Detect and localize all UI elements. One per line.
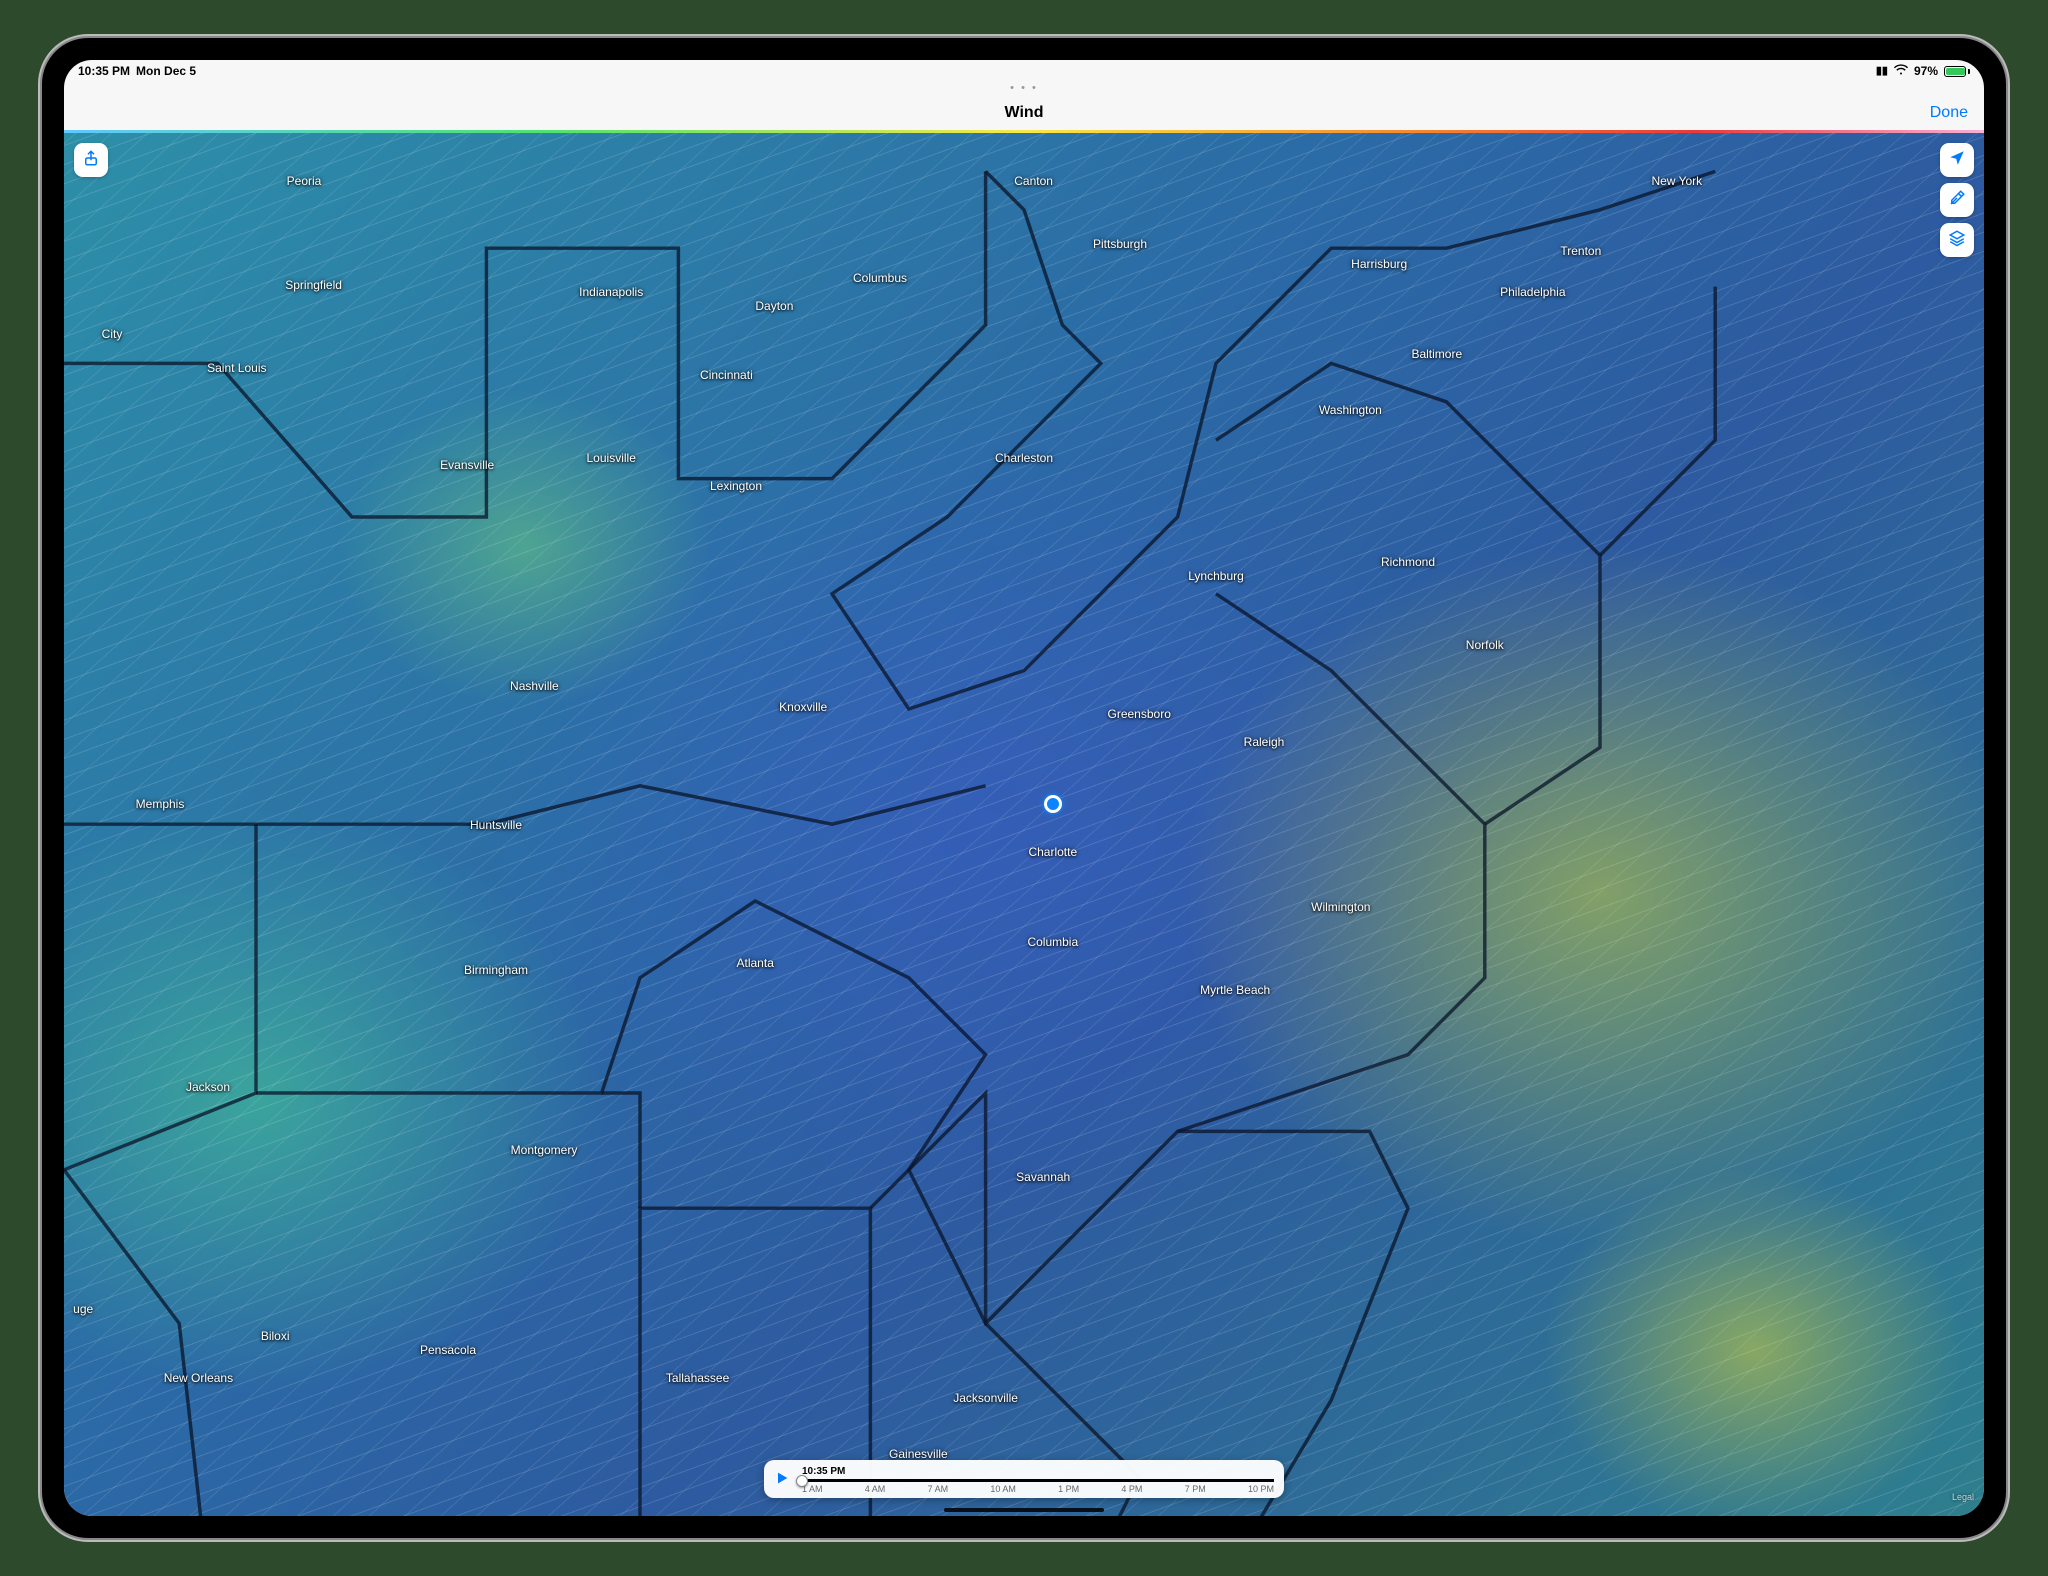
city-label: Peoria: [287, 174, 322, 188]
city-label: Harrisburg: [1351, 257, 1407, 271]
status-time: 10:35 PM: [78, 64, 130, 78]
timeline-tick: 7 AM: [928, 1484, 949, 1494]
wifi-icon: [1894, 64, 1908, 78]
city-label: Memphis: [136, 797, 185, 811]
cellular-icon: ▮▮: [1876, 66, 1888, 77]
locate-button[interactable]: [1940, 143, 1974, 177]
city-label: Gainesville: [889, 1447, 948, 1461]
city-label: Charlotte: [1028, 845, 1077, 859]
city-label: New Orleans: [164, 1371, 233, 1385]
city-label: Lexington: [710, 479, 762, 493]
share-button[interactable]: [74, 143, 108, 177]
city-label: Cincinnati: [700, 368, 753, 382]
timeline-tick: 10 AM: [990, 1484, 1016, 1494]
multitask-dots[interactable]: • • •: [64, 82, 1984, 96]
city-label: Columbia: [1027, 935, 1078, 949]
city-label: uge: [73, 1302, 93, 1316]
city-label: Tallahassee: [666, 1371, 729, 1385]
page-title: Wind: [1005, 104, 1044, 122]
city-label: Evansville: [440, 458, 494, 472]
city-label: Savannah: [1016, 1170, 1070, 1184]
city-label: Baltimore: [1411, 347, 1462, 361]
city-label: Huntsville: [470, 818, 522, 832]
city-label: Jackson: [186, 1080, 230, 1094]
share-icon: [82, 149, 100, 172]
city-label: Nashville: [510, 679, 559, 693]
eyedropper-button[interactable]: [1940, 183, 1974, 217]
city-label: Greensboro: [1108, 707, 1171, 721]
city-label: Washington: [1319, 403, 1382, 417]
city-label: City: [102, 327, 123, 341]
city-label: Trenton: [1560, 244, 1601, 258]
timeline-tick: 7 PM: [1185, 1484, 1206, 1494]
city-label: Richmond: [1381, 555, 1435, 569]
city-label: Philadelphia: [1500, 285, 1565, 299]
eyedropper-icon: [1948, 189, 1966, 212]
timeline-current-time: 10:35 PM: [802, 1466, 1274, 1477]
layers-button[interactable]: [1940, 223, 1974, 257]
timeline-tick: 4 AM: [865, 1484, 886, 1494]
done-button[interactable]: Done: [1930, 104, 1968, 122]
play-button[interactable]: [772, 1468, 792, 1492]
play-icon: [774, 1470, 790, 1491]
city-label: Indianapolis: [579, 285, 643, 299]
city-label: Lynchburg: [1188, 569, 1244, 583]
city-label: Dayton: [755, 299, 793, 313]
city-label: Wilmington: [1311, 900, 1370, 914]
location-arrow-icon: [1948, 149, 1966, 172]
city-label: Louisville: [587, 451, 636, 465]
home-indicator[interactable]: [944, 1508, 1104, 1512]
city-label: Charleston: [995, 451, 1053, 465]
city-label: New York: [1651, 174, 1702, 188]
timeline-ticks: 1 AM4 AM7 AM10 AM1 PM4 PM7 PM10 PM: [802, 1484, 1274, 1494]
city-label: Biloxi: [261, 1329, 290, 1343]
city-label: Columbus: [853, 271, 907, 285]
layers-icon: [1948, 229, 1966, 252]
wind-map[interactable]: Peoria Springfield City Saint Louis Indianap…: [64, 133, 1984, 1516]
battery-percent: 97%: [1914, 64, 1938, 78]
timeline-tick: 1 PM: [1058, 1484, 1079, 1494]
state-borders: [64, 133, 1984, 1516]
app-bar: Wind Done: [64, 96, 1984, 130]
city-label: Knoxville: [779, 700, 827, 714]
timeline-scrubber[interactable]: 10:35 PM 1 AM4 AM7 AM10 AM1 PM4 PM7 PM10…: [764, 1460, 1284, 1498]
city-label: Pensacola: [420, 1343, 476, 1357]
timeline-tick: 10 PM: [1248, 1484, 1274, 1494]
timeline-tick: 4 PM: [1121, 1484, 1142, 1494]
battery-icon: [1944, 66, 1970, 77]
timeline-knob[interactable]: [796, 1475, 808, 1487]
status-date: Mon Dec 5: [136, 64, 196, 78]
city-label: Birmingham: [464, 963, 528, 977]
city-label: Canton: [1014, 174, 1053, 188]
screen: 10:35 PM Mon Dec 5 ▮▮ 97% • • • Wind: [64, 60, 1984, 1516]
city-label: Atlanta: [737, 956, 774, 970]
city-label: Myrtle Beach: [1200, 983, 1270, 997]
city-label: Norfolk: [1466, 638, 1504, 652]
city-label: Jacksonville: [953, 1391, 1018, 1405]
wind-streaks-overlay: [64, 133, 1984, 1516]
city-label: Montgomery: [511, 1143, 578, 1157]
status-bar: 10:35 PM Mon Dec 5 ▮▮ 97%: [64, 60, 1984, 82]
city-label: Raleigh: [1244, 735, 1285, 749]
city-label: Saint Louis: [207, 361, 266, 375]
city-label: Pittsburgh: [1093, 237, 1147, 251]
city-label: Springfield: [285, 278, 342, 292]
timeline-track[interactable]: [802, 1479, 1274, 1482]
legal-link[interactable]: Legal: [1952, 1492, 1974, 1502]
user-location-dot: [1044, 795, 1062, 813]
